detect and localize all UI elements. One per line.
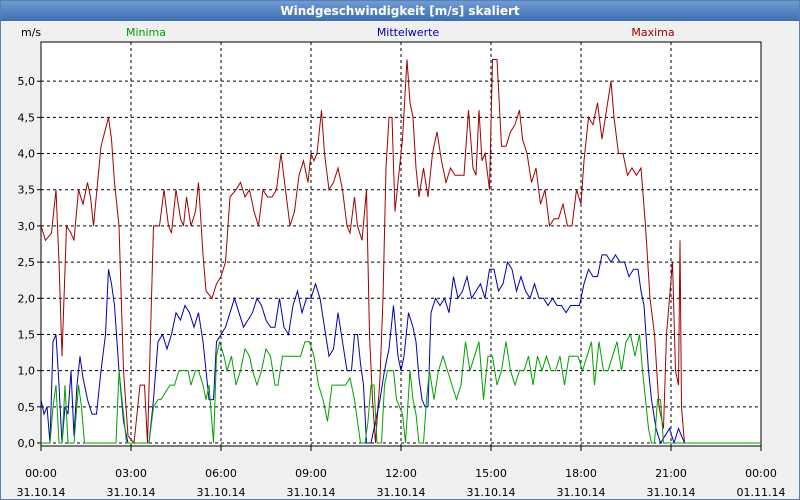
x-tick-time: 06:00 <box>205 467 237 480</box>
x-tick-time: 18:00 <box>565 467 597 480</box>
x-tick-time: 00:00 <box>745 467 777 480</box>
y-tick-label: 0,5 <box>18 401 36 414</box>
chart-window: Windgeschwindigkeit [m/s] skaliert 0,0 0,… <box>0 0 800 500</box>
x-tick-time: 03:00 <box>115 467 147 480</box>
x-tick-date: 31.10.14 <box>647 486 696 499</box>
y-tick-label: 1,0 <box>18 365 36 378</box>
x-tick-date: 31.10.14 <box>467 486 516 499</box>
x-tick-date: 31.10.14 <box>377 486 426 499</box>
legend-minima: Minima <box>126 26 166 39</box>
y-tick-label: 5,0 <box>18 75 36 88</box>
y-tick-label: 3,5 <box>18 184 36 197</box>
y-tick-label: 2,0 <box>18 292 36 305</box>
x-tick-time: 21:00 <box>655 467 687 480</box>
x-tick-date: 31.10.14 <box>17 486 66 499</box>
x-tick-date: 31.10.14 <box>287 486 336 499</box>
y-axis-label: m/s <box>21 26 41 39</box>
y-tick-label: 1,5 <box>18 328 36 341</box>
legend-mittelwerte: Mittelwerte <box>377 26 440 39</box>
y-tick-label: 4,5 <box>18 111 36 124</box>
x-tick-date: 31.10.14 <box>197 486 246 499</box>
y-tick-label: 4,0 <box>18 148 36 161</box>
x-tick-date: 01.11.14 <box>737 486 786 499</box>
x-tick-date: 31.10.14 <box>557 486 606 499</box>
x-tick-time: 12:00 <box>385 467 417 480</box>
legend-maxima: Maxima <box>631 26 674 39</box>
y-tick-label: 2,5 <box>18 256 36 269</box>
y-tick-label: 3,0 <box>18 220 36 233</box>
x-tick-time: 09:00 <box>295 467 327 480</box>
y-tick-label: 0,0 <box>18 437 36 450</box>
x-tick-time: 15:00 <box>475 467 507 480</box>
x-tick-time: 00:00 <box>25 467 57 480</box>
window-title: Windgeschwindigkeit [m/s] skaliert <box>1 1 799 21</box>
chart-canvas: 0,0 0,5 1,0 1,5 2,0 2,5 3,0 3,5 4,0 4,5 5,0 00:00 31… <box>17 26 786 499</box>
x-tick-date: 31.10.14 <box>107 486 156 499</box>
